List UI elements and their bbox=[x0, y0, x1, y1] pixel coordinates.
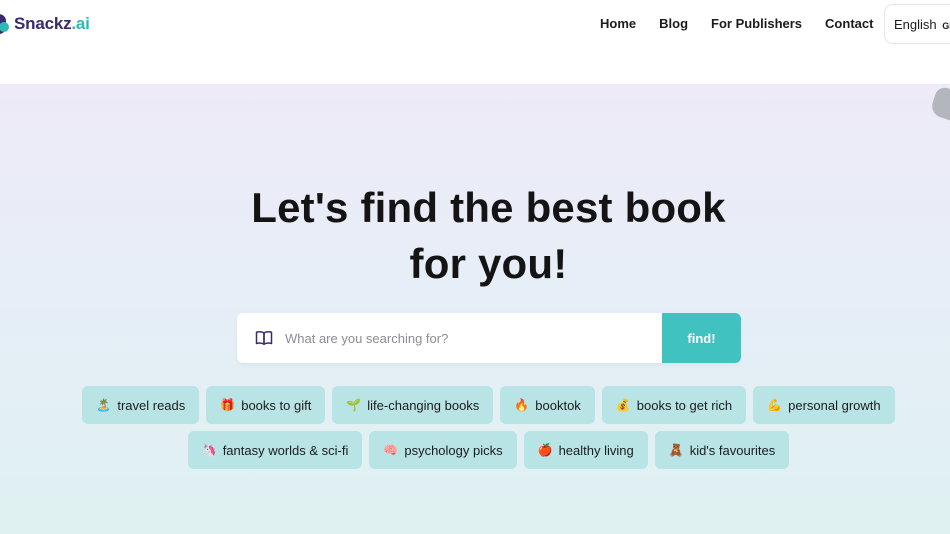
chip-books-to-get-rich[interactable]: 💰 books to get rich bbox=[601, 386, 747, 424]
logo-mark-icon bbox=[0, 12, 10, 36]
chip-label: kid's favourites bbox=[689, 442, 776, 458]
hero-title: Let's find the best book for you! bbox=[0, 180, 950, 292]
hero-title-line1: Let's find the best book bbox=[251, 184, 726, 231]
chip-label: psychology picks bbox=[404, 442, 503, 458]
hero-title-line2: for you! bbox=[409, 240, 568, 287]
language-label: English bbox=[894, 17, 937, 32]
site-header: Snackz.ai Home Blog For Publishers Conta… bbox=[0, 0, 950, 84]
chip-healthy-living[interactable]: 🍎 healthy living bbox=[523, 431, 648, 469]
brain-icon: 🧠 bbox=[383, 443, 399, 457]
chip-booktok[interactable]: 🔥 booktok bbox=[500, 386, 595, 424]
category-chips-row-2: 🦄 fantasy worlds & sci-fi 🧠 psychology pic… bbox=[0, 431, 950, 469]
brand-logo[interactable]: Snackz.ai bbox=[0, 12, 90, 36]
chip-label: healthy living bbox=[558, 442, 634, 458]
language-code: GE bbox=[942, 21, 950, 31]
language-selector[interactable]: English GE bbox=[884, 4, 950, 44]
unicorn-icon: 🦄 bbox=[201, 443, 217, 457]
chip-kids-favourites[interactable]: 🧸 kid's favourites bbox=[654, 431, 790, 469]
brand-name-text: Snackz bbox=[14, 14, 72, 33]
chip-travel-reads[interactable]: 🏝️ travel reads bbox=[82, 386, 200, 424]
chip-life-changing-books[interactable]: 🌱 life-changing books bbox=[332, 386, 494, 424]
search-input[interactable] bbox=[285, 330, 645, 346]
chip-label: life-changing books bbox=[367, 397, 480, 413]
chip-personal-growth[interactable]: 💪 personal growth bbox=[753, 386, 895, 424]
brand-suffix: .ai bbox=[71, 14, 90, 33]
nav-contact[interactable]: Contact bbox=[825, 16, 873, 32]
chip-label: booktok bbox=[535, 397, 581, 413]
decorative-blob bbox=[929, 85, 950, 123]
main-nav: Home Blog For Publishers Contact bbox=[600, 16, 896, 32]
nav-blog[interactable]: Blog bbox=[659, 16, 688, 32]
nav-home[interactable]: Home bbox=[600, 16, 636, 32]
chip-label: travel reads bbox=[117, 397, 186, 413]
gift-icon: 🎁 bbox=[220, 398, 236, 412]
category-chips-row-1: 🏝️ travel reads 🎁 books to gift 🌱 life-chan… bbox=[0, 386, 950, 424]
palm-tree-icon: 🏝️ bbox=[96, 398, 112, 412]
chip-label: books to get rich bbox=[636, 397, 733, 413]
money-bag-icon: 💰 bbox=[615, 398, 631, 412]
seedling-icon: 🌱 bbox=[346, 398, 362, 412]
brand-name: Snackz.ai bbox=[14, 14, 90, 34]
chip-label: personal growth bbox=[788, 397, 881, 413]
chip-label: books to gift bbox=[241, 397, 312, 413]
fire-icon: 🔥 bbox=[514, 398, 530, 412]
search-bar: find! bbox=[237, 313, 741, 363]
chip-psychology-picks[interactable]: 🧠 psychology picks bbox=[369, 431, 517, 469]
nav-for-publishers[interactable]: For Publishers bbox=[711, 16, 802, 32]
chip-books-to-gift[interactable]: 🎁 books to gift bbox=[206, 386, 326, 424]
teddy-bear-icon: 🧸 bbox=[668, 443, 684, 457]
hero-section: Let's find the best book for you! find! … bbox=[0, 84, 950, 534]
apple-icon: 🍎 bbox=[537, 443, 553, 457]
flexed-arm-icon: 💪 bbox=[767, 398, 783, 412]
chip-fantasy-worlds-sci-fi[interactable]: 🦄 fantasy worlds & sci-fi bbox=[187, 431, 363, 469]
book-icon bbox=[253, 327, 275, 349]
find-button[interactable]: find! bbox=[662, 313, 741, 363]
chip-label: fantasy worlds & sci-fi bbox=[222, 442, 349, 458]
